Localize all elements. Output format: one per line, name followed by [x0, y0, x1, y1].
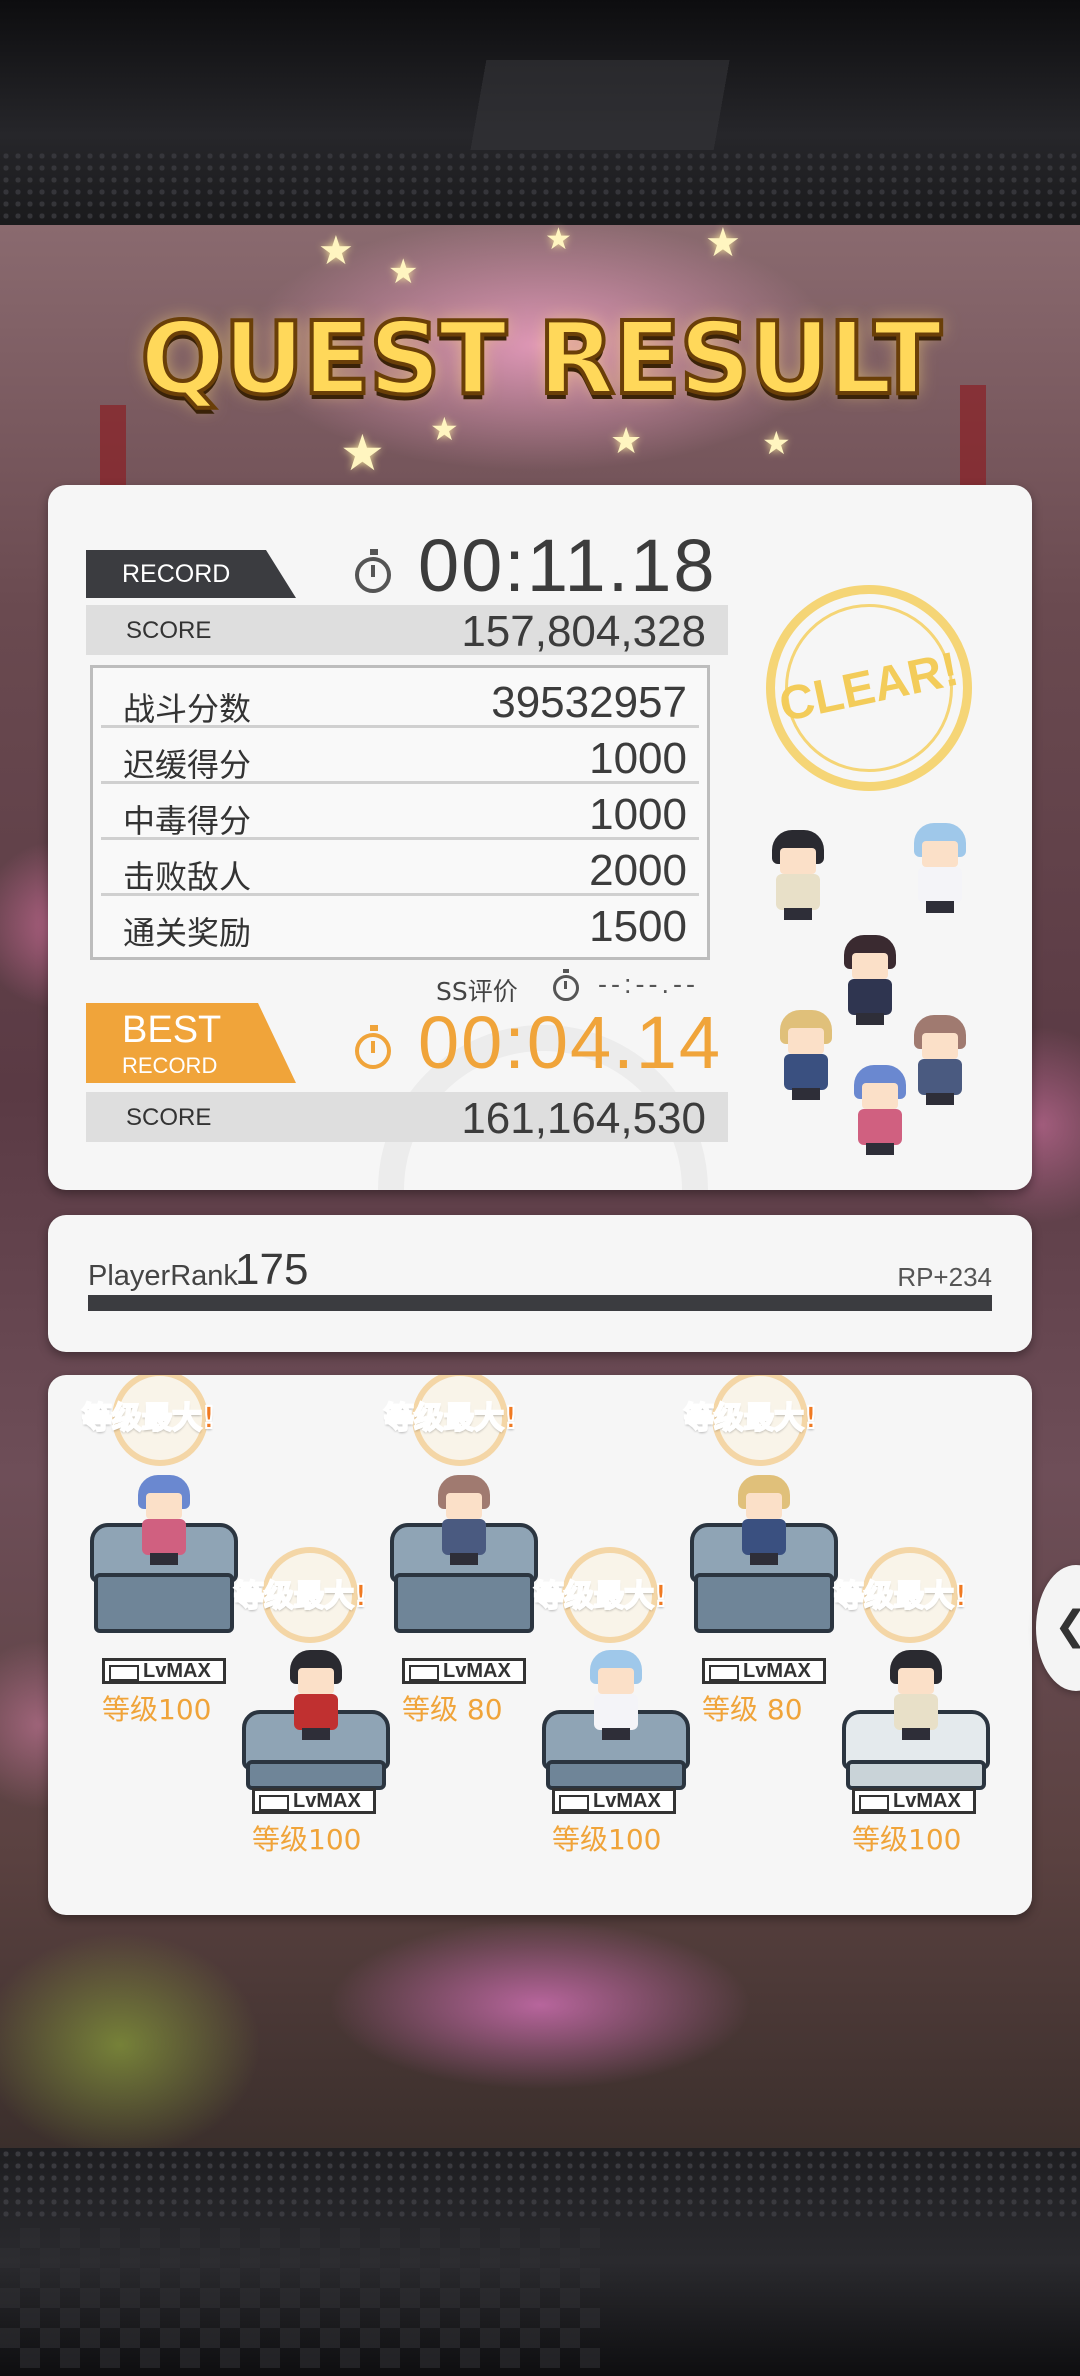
breakdown-row: 战斗分数 39532957 — [101, 672, 699, 728]
clear-stamp: CLEAR! — [766, 585, 972, 791]
unit-level: 等级100 — [852, 1823, 962, 1856]
score-label: SCORE — [126, 617, 212, 644]
rank-points: RP+234 — [897, 1262, 992, 1292]
rank-progress-bar — [88, 1295, 992, 1311]
clear-stamp-text: CLEAR! — [774, 642, 964, 733]
lvmax-tag: LvMAX — [702, 1658, 826, 1684]
breakdown-row: 中毒得分 1000 — [101, 784, 699, 840]
lvmax-tag: LvMAX — [102, 1658, 226, 1684]
lvmax-tag: LvMAX — [852, 1788, 976, 1814]
score-breakdown: 战斗分数 39532957 迟缓得分 1000 中毒得分 1000 击败敌人 2… — [90, 665, 710, 960]
lvmax-badge: 等级最大! — [81, 1400, 217, 1437]
bottom-letterbox — [0, 2148, 1080, 2376]
stopwatch-icon — [553, 969, 579, 1001]
breakdown-value: 1500 — [589, 902, 687, 951]
lvmax-badge: 等级最大! — [833, 1578, 969, 1615]
result-panel: RECORD 00:11.18 SCORE 157,804,328 战斗分数 3… — [48, 485, 1032, 1190]
character-sprite — [432, 1475, 496, 1565]
ss-rank-time: --:--.-- — [598, 969, 699, 999]
character-sprite — [848, 1065, 912, 1155]
breakdown-value: 39532957 — [491, 678, 687, 727]
breakdown-label: 通关奖励 — [123, 914, 252, 952]
rank-progress-fill — [88, 1295, 992, 1311]
best-tag-title: BEST — [122, 1009, 222, 1051]
character-sprite — [838, 935, 902, 1025]
best-time: 00:04.14 — [418, 1001, 723, 1084]
star-icon: ★ — [762, 425, 791, 461]
lvmax-badge: 等级最大! — [533, 1578, 669, 1615]
record-score-bar: SCORE 157,804,328 — [86, 605, 728, 656]
breakdown-label: 击败敌人 — [123, 858, 252, 896]
character-sprite — [584, 1650, 648, 1740]
stopwatch-icon — [355, 1025, 391, 1069]
lvmax-badge: 等级最大! — [233, 1578, 369, 1615]
character-sprite — [284, 1650, 348, 1740]
star-icon: ★ — [705, 221, 741, 265]
lvmax-badge: 等级最大! — [683, 1400, 819, 1437]
score-label: SCORE — [126, 1104, 212, 1131]
character-sprite — [132, 1475, 196, 1565]
unit-level: 等级100 — [552, 1823, 662, 1856]
player-rank-value: 175 — [235, 1245, 309, 1294]
unit-level: 等级100 — [102, 1693, 212, 1726]
breakdown-value: 1000 — [589, 734, 687, 783]
player-rank-label: PlayerRank — [88, 1260, 238, 1292]
player-rank-panel: PlayerRank 175 RP+234 — [48, 1215, 1032, 1352]
lvmax-tag: LvMAX — [552, 1788, 676, 1814]
unit-level: 等级 80 — [702, 1693, 803, 1726]
character-sprite — [908, 1015, 972, 1105]
star-icon: ★ — [545, 223, 572, 256]
record-score-value: 157,804,328 — [461, 607, 706, 656]
breakdown-row: 通关奖励 1500 — [101, 896, 699, 952]
lvmax-badge: 等级最大! — [383, 1400, 519, 1437]
breakdown-value: 1000 — [589, 790, 687, 839]
record-time: 00:11.18 — [418, 524, 717, 607]
star-icon: ★ — [340, 425, 385, 481]
arrow-icon: ❮ — [1054, 1603, 1080, 1649]
unit-level: 等级 80 — [402, 1693, 503, 1726]
stopwatch-icon — [355, 549, 391, 593]
record-tag: RECORD — [86, 550, 296, 598]
best-score-bar: SCORE 161,164,530 — [86, 1092, 728, 1143]
character-sprite — [774, 1010, 838, 1100]
star-icon: ★ — [610, 420, 643, 461]
breakdown-label: 迟缓得分 — [123, 746, 252, 784]
character-sprite — [732, 1475, 796, 1565]
star-icon: ★ — [318, 229, 354, 273]
page-title: QUEST RESULT — [138, 298, 944, 419]
party-level-panel: 等级最大! LvMAX 等级100 等级最大! LvMAX 等级100 等级最大… — [48, 1375, 1032, 1915]
breakdown-row: 击败敌人 2000 — [101, 840, 699, 896]
character-sprite — [766, 830, 830, 920]
character-sprite — [908, 823, 972, 913]
lvmax-tag: LvMAX — [402, 1658, 526, 1684]
lvmax-tag: LvMAX — [252, 1788, 376, 1814]
breakdown-label: 中毒得分 — [123, 802, 252, 840]
best-score-value: 161,164,530 — [461, 1094, 706, 1143]
star-icon: ★ — [388, 253, 419, 291]
character-sprite — [884, 1650, 948, 1740]
top-letterbox — [0, 0, 1080, 225]
unit-level: 等级100 — [252, 1823, 362, 1856]
best-record-tag: BEST RECORD — [86, 1003, 296, 1083]
breakdown-label: 战斗分数 — [123, 690, 252, 728]
breakdown-row: 迟缓得分 1000 — [101, 728, 699, 784]
breakdown-value: 2000 — [589, 846, 687, 895]
best-tag-subtitle: RECORD — [122, 1053, 218, 1078]
